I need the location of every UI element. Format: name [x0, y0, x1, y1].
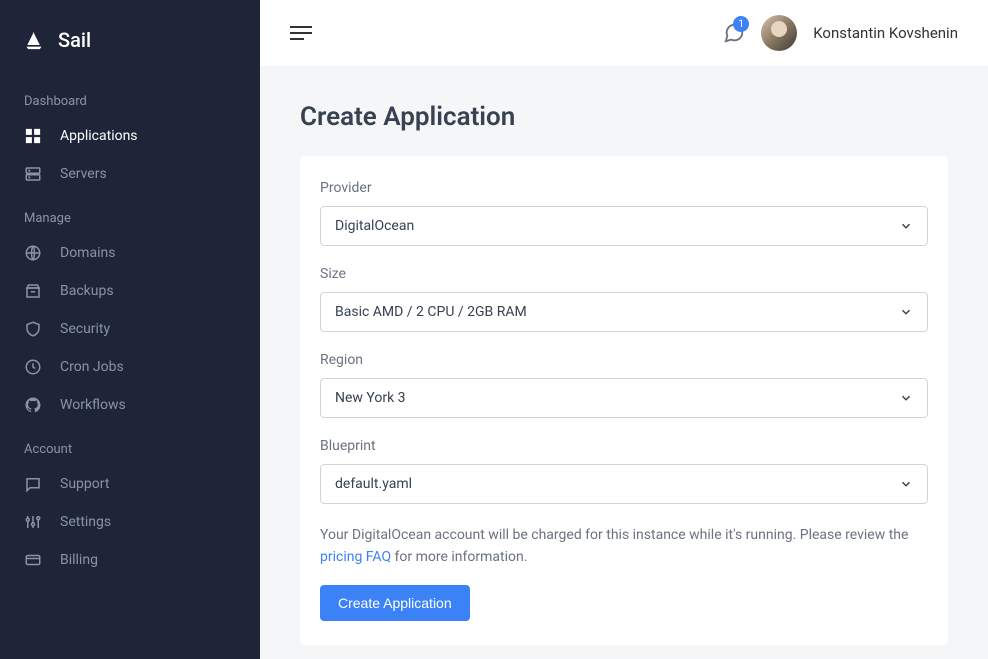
section-dashboard: Dashboard [0, 76, 260, 117]
sidebar-item-label: Applications [60, 128, 138, 144]
sidebar-item-workflows[interactable]: Workflows [0, 386, 260, 424]
sidebar-item-label: Workflows [60, 397, 126, 413]
user-name[interactable]: Konstantin Kovshenin [813, 24, 958, 42]
chevron-down-icon [899, 219, 913, 233]
content: Create Application Provider DigitalOcean… [260, 66, 988, 659]
sidebar-item-label: Support [60, 476, 109, 492]
sidebar-item-label: Security [60, 321, 110, 337]
sidebar-item-label: Settings [60, 514, 111, 530]
sidebar-item-settings[interactable]: Settings [0, 503, 260, 541]
region-select[interactable]: New York 3 [320, 378, 928, 418]
brand-name: Sail [58, 28, 91, 52]
region-value: New York 3 [335, 390, 406, 406]
sidebar-item-label: Backups [60, 283, 114, 299]
sidebar-item-billing[interactable]: Billing [0, 541, 260, 579]
provider-label: Provider [320, 180, 928, 196]
chevron-down-icon [899, 391, 913, 405]
provider-value: DigitalOcean [335, 218, 414, 234]
sidebar-item-backups[interactable]: Backups [0, 272, 260, 310]
logo[interactable]: Sail [0, 20, 260, 76]
sidebar-item-label: Billing [60, 552, 98, 568]
sidebar-item-applications[interactable]: Applications [0, 117, 260, 155]
sidebar-item-servers[interactable]: Servers [0, 155, 260, 193]
chevron-down-icon [899, 477, 913, 491]
globe-icon [24, 244, 42, 262]
sidebar-item-label: Cron Jobs [60, 359, 124, 375]
blueprint-value: default.yaml [335, 476, 412, 492]
blueprint-group: Blueprint default.yaml [320, 438, 928, 504]
main-area: 1 Konstantin Kovshenin Create Applicatio… [260, 0, 988, 659]
chevron-down-icon [899, 305, 913, 319]
github-icon [24, 396, 42, 414]
section-manage: Manage [0, 193, 260, 234]
blueprint-select[interactable]: default.yaml [320, 464, 928, 504]
clock-icon [24, 358, 42, 376]
chat-icon [24, 475, 42, 493]
avatar[interactable] [761, 15, 797, 51]
sidebar-item-label: Servers [60, 166, 107, 182]
topbar-right: 1 Konstantin Kovshenin [723, 15, 958, 51]
card-icon [24, 551, 42, 569]
shield-icon [24, 320, 42, 338]
apps-icon [24, 127, 42, 145]
region-label: Region [320, 352, 928, 368]
server-icon [24, 165, 42, 183]
sail-icon [24, 30, 44, 50]
blueprint-label: Blueprint [320, 438, 928, 454]
section-account: Account [0, 424, 260, 465]
create-application-button[interactable]: Create Application [320, 585, 470, 621]
page-title: Create Application [300, 102, 948, 132]
size-select[interactable]: Basic AMD / 2 CPU / 2GB RAM [320, 292, 928, 332]
pricing-faq-link[interactable]: pricing FAQ [320, 549, 391, 565]
size-label: Size [320, 266, 928, 282]
sidebar-item-support[interactable]: Support [0, 465, 260, 503]
sidebar-item-domains[interactable]: Domains [0, 234, 260, 272]
provider-group: Provider DigitalOcean [320, 180, 928, 246]
topbar: 1 Konstantin Kovshenin [260, 0, 988, 66]
archive-icon [24, 282, 42, 300]
size-value: Basic AMD / 2 CPU / 2GB RAM [335, 304, 527, 320]
provider-select[interactable]: DigitalOcean [320, 206, 928, 246]
region-group: Region New York 3 [320, 352, 928, 418]
notifications-button[interactable]: 1 [723, 22, 745, 44]
form-card: Provider DigitalOcean Size Basic AMD / 2… [300, 156, 948, 645]
sidebar-item-cron-jobs[interactable]: Cron Jobs [0, 348, 260, 386]
notification-badge: 1 [733, 16, 749, 32]
size-group: Size Basic AMD / 2 CPU / 2GB RAM [320, 266, 928, 332]
billing-notice: Your DigitalOcean account will be charge… [320, 524, 928, 569]
sidebar: Sail Dashboard Applications Servers Mana… [0, 0, 260, 659]
sidebar-item-label: Domains [60, 245, 115, 261]
menu-toggle-icon[interactable] [290, 26, 312, 40]
sliders-icon [24, 513, 42, 531]
sidebar-item-security[interactable]: Security [0, 310, 260, 348]
